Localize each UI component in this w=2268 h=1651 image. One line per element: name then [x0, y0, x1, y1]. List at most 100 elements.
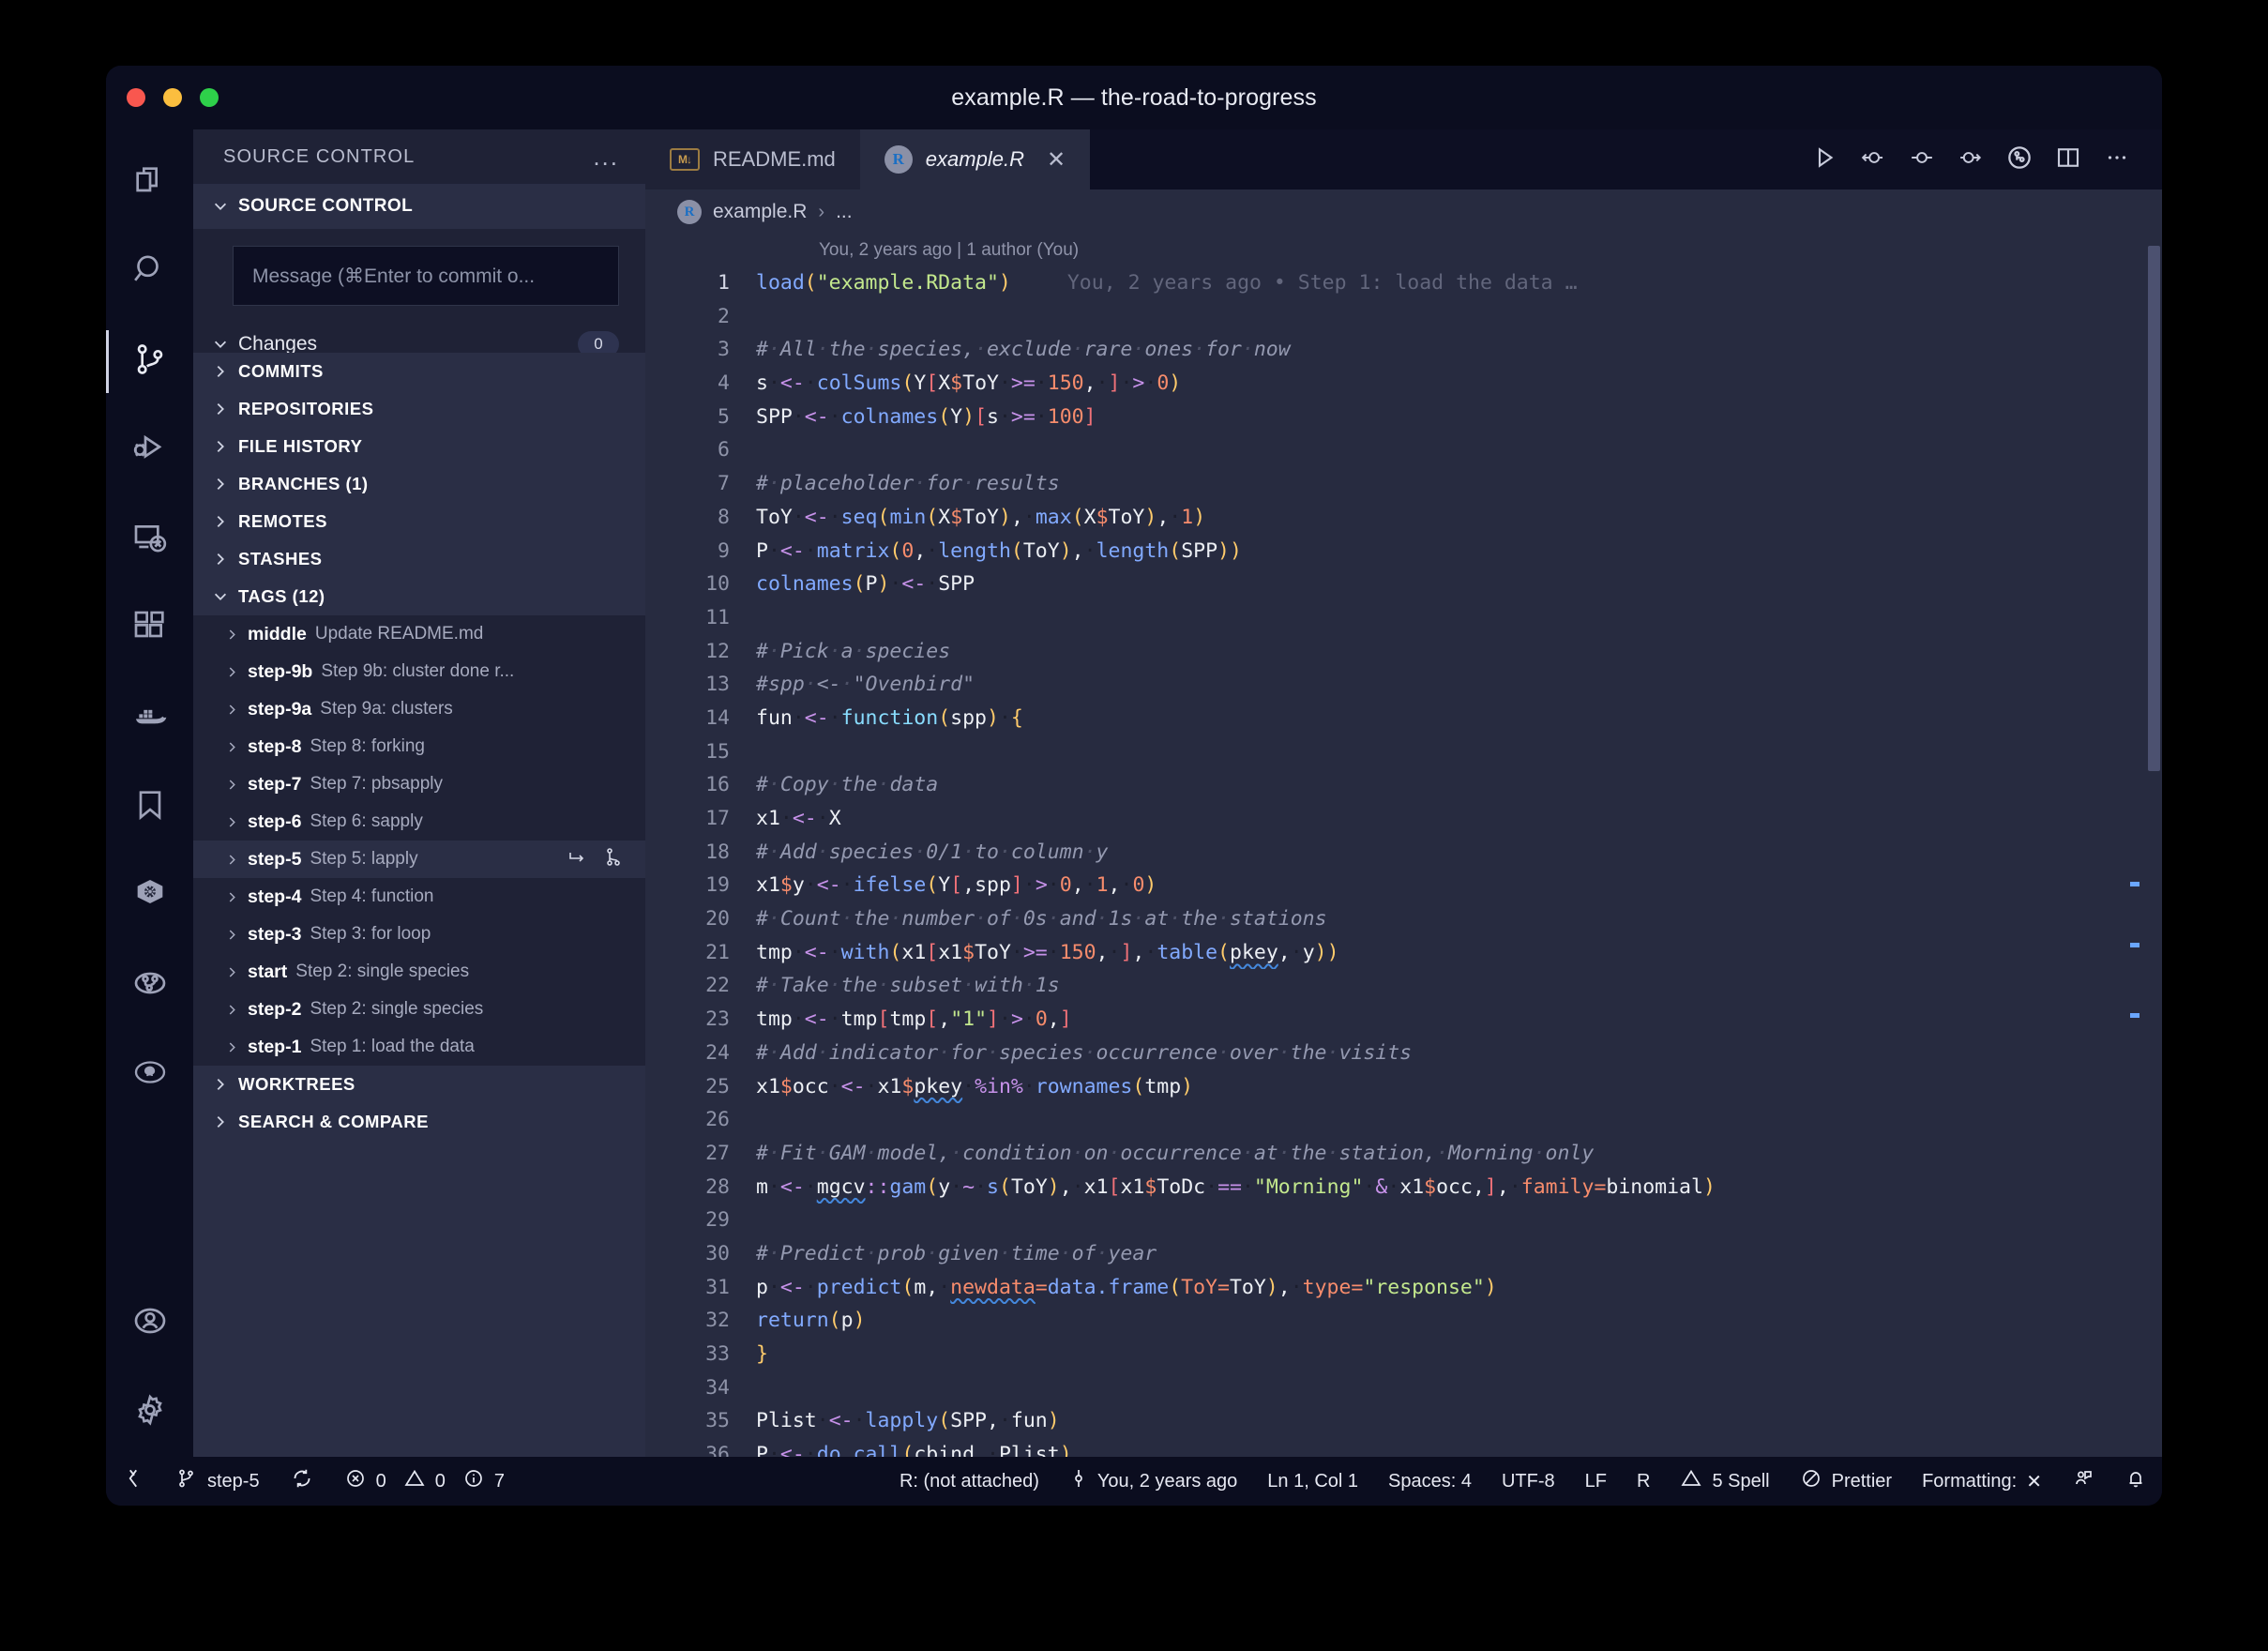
line-content[interactable]: P·<-·do.call(cbind,·Plist): [756, 1438, 2162, 1457]
line-content[interactable]: P·<-·matrix(0,·length(ToY),·length(SPP)): [756, 535, 2162, 568]
status-cursor-position[interactable]: Ln 1, Col 1: [1252, 1457, 1373, 1506]
activity-item-source-control[interactable]: [106, 317, 193, 406]
sidebar-group-search-compare[interactable]: SEARCH & COMPARE: [193, 1103, 645, 1141]
code-line[interactable]: 36 P·<-·do.call(cbind,·Plist): [645, 1438, 2162, 1457]
line-content[interactable]: #spp·<-·"Ovenbird": [756, 668, 2162, 702]
code-line[interactable]: 29: [645, 1204, 2162, 1237]
code-lines[interactable]: 1 load("example.RData") You, 2 years ago •…: [645, 266, 2162, 1457]
commit-message-input[interactable]: Message (⌘Enter to commit o...: [233, 246, 619, 306]
code-line[interactable]: 27 #·Fit·GAM·model,·condition·on·occurren…: [645, 1137, 2162, 1171]
code-line[interactable]: 5 SPP·<-·colnames(Y)[s·>=·100]: [645, 401, 2162, 434]
line-content[interactable]: #·placeholder·for·results: [756, 467, 2162, 501]
code-line[interactable]: 34: [645, 1371, 2162, 1405]
line-content[interactable]: #·Count·the·number·of·0s·and·1s·at·the·s…: [756, 902, 2162, 936]
sidebar-group-commits[interactable]: COMMITS: [193, 353, 645, 390]
breadcrumb-rest[interactable]: ...: [836, 201, 853, 223]
activity-item-kubernetes[interactable]: [106, 852, 193, 941]
close-icon[interactable]: ✕: [2026, 1470, 2042, 1493]
code-line[interactable]: 30 #·Predict·prob·given·time·of·year: [645, 1237, 2162, 1271]
code-line[interactable]: 18 #·Add·species·0/1·to·column·y: [645, 836, 2162, 870]
line-content[interactable]: return(p): [756, 1304, 2162, 1338]
code-line[interactable]: 31 p·<-·predict(m,·newdata=data.frame(ToY…: [645, 1271, 2162, 1305]
code-line[interactable]: 10 colnames(P)·<-·SPP: [645, 568, 2162, 601]
code-line[interactable]: 33}: [645, 1338, 2162, 1371]
code-line[interactable]: 3 #·All·the·species,·exclude·rare·ones·fo…: [645, 333, 2162, 367]
status-spell-checker[interactable]: 5 Spell: [1665, 1457, 1784, 1506]
tag-item[interactable]: step-2 Step 2: single species: [193, 991, 645, 1028]
line-content[interactable]: #·Pick·a·species: [756, 635, 2162, 669]
line-content[interactable]: #·Copy·the·data: [756, 768, 2162, 802]
line-content[interactable]: p·<-·predict(m,·newdata=data.frame(ToY=T…: [756, 1271, 2162, 1305]
sidebar-group-tags-12[interactable]: TAGS (12): [193, 578, 645, 615]
tag-item[interactable]: step-5 Step 5: lapply: [193, 841, 645, 878]
sidebar-group-stashes[interactable]: STASHES: [193, 540, 645, 578]
line-content[interactable]: s·<-·colSums(Y[X$ToY·>=·150,·]·>·0): [756, 367, 2162, 401]
tag-actions[interactable]: [567, 846, 625, 873]
line-content[interactable]: m·<-·mgcv::gam(y·~·s(ToY),·x1[x1$ToDc·==…: [756, 1171, 2162, 1204]
code-line[interactable]: 14 fun·<-·function(spp)·{: [645, 702, 2162, 735]
line-content[interactable]: tmp·<-·with(x1[x1$ToY·>=·150,·],·table(p…: [756, 936, 2162, 970]
code-line[interactable]: 16 #·Copy·the·data: [645, 768, 2162, 802]
code-line[interactable]: 1 load("example.RData") You, 2 years ago •…: [645, 266, 2162, 300]
line-content[interactable]: tmp·<-·tmp[tmp[,"1"]·>·0,]: [756, 1003, 2162, 1037]
tag-item[interactable]: step-3 Step 3: for loop: [193, 916, 645, 953]
checkout-icon[interactable]: [567, 846, 589, 873]
close-icon[interactable]: ✕: [1047, 146, 1066, 174]
scm-section-header[interactable]: SOURCE CONTROL: [193, 184, 645, 229]
activity-item-accounts[interactable]: [106, 1279, 193, 1368]
branch-icon[interactable]: [602, 846, 625, 873]
tag-item[interactable]: step-9b Step 9b: cluster done r...: [193, 653, 645, 690]
code-line[interactable]: 21 tmp·<-·with(x1[x1$ToY·>=·150,·],·table…: [645, 936, 2162, 970]
line-content[interactable]: ToY·<-·seq(min(X$ToY),·max(X$ToY),·1): [756, 501, 2162, 535]
tab-readme-md[interactable]: M↓ README.md: [645, 129, 860, 189]
line-content[interactable]: #·Take·the·subset·with·1s: [756, 969, 2162, 1003]
scrollbar-thumb[interactable]: [2148, 246, 2160, 771]
run-file-button[interactable]: [1800, 129, 1849, 189]
tag-item[interactable]: step-9a Step 9a: clusters: [193, 690, 645, 728]
status-encoding[interactable]: UTF-8: [1487, 1457, 1570, 1506]
code-line[interactable]: 17 x1·<-·X: [645, 802, 2162, 836]
sidebar-group-repositories[interactable]: REPOSITORIES: [193, 390, 645, 428]
git-previous-change-button[interactable]: [1849, 129, 1898, 189]
tag-item[interactable]: step-4 Step 4: function: [193, 878, 645, 916]
activity-item-remote-explorer[interactable]: [106, 495, 193, 584]
status-remote-window[interactable]: [106, 1457, 160, 1506]
code-line[interactable]: 32 return(p): [645, 1304, 2162, 1338]
code-line[interactable]: 26: [645, 1103, 2162, 1137]
code-line[interactable]: 20 #·Count·the·number·of·0s·and·1s·at·the…: [645, 902, 2162, 936]
code-line[interactable]: 22 #·Take·the·subset·with·1s: [645, 969, 2162, 1003]
code-line[interactable]: 4 s·<-·colSums(Y[X$ToY·>=·150,·]·>·0): [645, 367, 2162, 401]
code-editor[interactable]: You, 2 years ago | 1 author (You) 1 load(…: [645, 235, 2162, 1457]
activity-item-git-graph[interactable]: [106, 941, 193, 1030]
breadcrumb-file[interactable]: example.R: [713, 201, 807, 223]
activity-item-search[interactable]: [106, 228, 193, 317]
sidebar-group-remotes[interactable]: REMOTES: [193, 503, 645, 540]
code-line[interactable]: 25 x1$occ·<-·x1$pkey·%in%·rownames(tmp): [645, 1070, 2162, 1104]
code-line[interactable]: 23 tmp·<-·tmp[tmp[,"1"]·>·0,]: [645, 1003, 2162, 1037]
line-content[interactable]: x1·<-·X: [756, 802, 2162, 836]
activity-item-github[interactable]: [106, 1030, 193, 1119]
code-line[interactable]: 15: [645, 735, 2162, 769]
activity-item-extensions[interactable]: [106, 584, 193, 674]
tag-item[interactable]: middle Update README.md: [193, 615, 645, 653]
status-indentation[interactable]: Spaces: 4: [1373, 1457, 1487, 1506]
line-content[interactable]: #·Add·indicator·for·species·occurrence·o…: [756, 1037, 2162, 1070]
code-line[interactable]: 8 ToY·<-·seq(min(X$ToY),·max(X$ToY),·1): [645, 501, 2162, 535]
sidebar-more-actions-button[interactable]: ...: [593, 144, 619, 169]
line-content[interactable]: #·Predict·prob·given·time·of·year: [756, 1237, 2162, 1271]
code-line[interactable]: 6: [645, 433, 2162, 467]
activity-item-bookmarks[interactable]: [106, 763, 193, 852]
tab-example-r[interactable]: R example.R ✕: [859, 129, 1091, 189]
tag-item[interactable]: step-7 Step 7: pbsapply: [193, 765, 645, 803]
sidebar-group-branches-1[interactable]: BRANCHES (1): [193, 465, 645, 503]
status-eol[interactable]: LF: [1570, 1457, 1622, 1506]
line-content[interactable]: #·All·the·species,·exclude·rare·ones·for…: [756, 333, 2162, 367]
status-git-blame[interactable]: You, 2 years ago: [1054, 1457, 1252, 1506]
code-line[interactable]: 13 #spp·<-·"Ovenbird": [645, 668, 2162, 702]
code-line[interactable]: 19 x1$y·<-·ifelse(Y[,spp]·>·0,·1,·0): [645, 869, 2162, 902]
tag-item[interactable]: start Step 2: single species: [193, 953, 645, 991]
status-feedback[interactable]: [2057, 1457, 2109, 1506]
line-content[interactable]: fun·<-·function(spp)·{: [756, 702, 2162, 735]
line-content[interactable]: x1$occ·<-·x1$pkey·%in%·rownames(tmp): [756, 1070, 2162, 1104]
code-line[interactable]: 24 #·Add·indicator·for·species·occurrence…: [645, 1037, 2162, 1070]
